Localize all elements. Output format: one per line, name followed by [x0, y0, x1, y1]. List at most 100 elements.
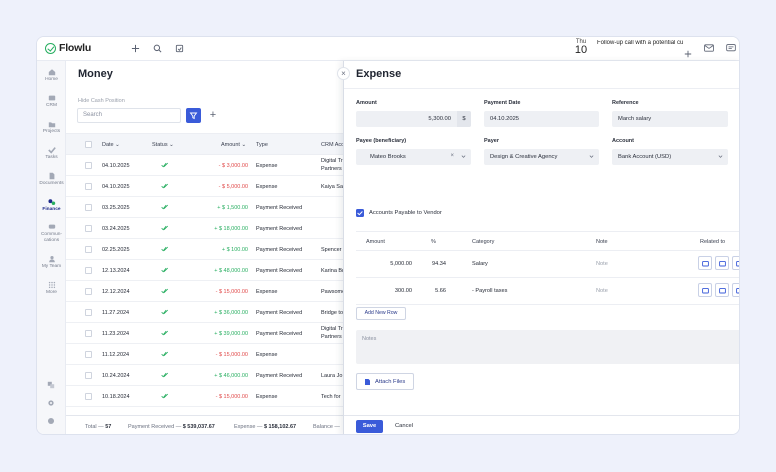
- sidebar-item-my-team[interactable]: My Team: [37, 255, 66, 270]
- split-amount[interactable]: 300.00: [395, 288, 412, 294]
- mail-icon[interactable]: [703, 42, 715, 54]
- link-icon: [736, 260, 739, 267]
- row-amount: - $ 3,000.00: [218, 162, 248, 169]
- sidebar-item-label: Documents: [39, 181, 64, 186]
- clear-payee-icon[interactable]: ×: [450, 153, 454, 159]
- row-checkbox[interactable]: [85, 162, 92, 169]
- reference-label: Reference: [612, 100, 639, 106]
- sidebar-item-tasks[interactable]: Tasks: [37, 146, 66, 161]
- table-row[interactable]: 02.25.2025 + $ 100.00 Payment Received Spen…: [66, 239, 380, 260]
- table-row[interactable]: 12.13.2024 + $ 48,000.00 Payment Received K…: [66, 260, 380, 281]
- payee-select[interactable]: Mateo Brooks ×: [356, 149, 471, 165]
- split-row[interactable]: 5,000.00 94.34 Salary Note: [356, 251, 739, 278]
- row-checkbox[interactable]: [85, 288, 92, 295]
- split-category[interactable]: - Payroll taxes: [472, 288, 507, 294]
- double-check-icon: [161, 183, 169, 189]
- sidebar-item-crm[interactable]: CRM: [37, 94, 66, 109]
- split-row[interactable]: 300.00 5.66 - Payroll taxes Note: [356, 278, 739, 305]
- notes-field[interactable]: Notes: [356, 330, 739, 364]
- table-row[interactable]: 11.23.2024 + $ 39,000.00 Payment Received D…: [66, 323, 380, 344]
- row-type: Payment Received: [256, 246, 303, 253]
- split-note[interactable]: Note: [596, 261, 608, 267]
- table-row[interactable]: 10.24.2024 + $ 46,000.00 Payment Received L…: [66, 365, 380, 386]
- settings-icon[interactable]: [47, 399, 55, 407]
- row-checkbox[interactable]: [85, 267, 92, 274]
- amount-input[interactable]: 5,300.00 $: [356, 111, 471, 127]
- chat-icon[interactable]: [725, 42, 737, 54]
- add-reminder-icon[interactable]: [682, 48, 694, 60]
- reminder-text[interactable]: Follow-up call with a potential cu: [597, 40, 697, 46]
- sidebar-item-home[interactable]: Home: [37, 68, 66, 83]
- sidebar-item-communications[interactable]: Commun- cations: [37, 223, 66, 243]
- split-col-related: Related to: [700, 239, 726, 245]
- payment-date-input[interactable]: 04.10.2025: [484, 111, 599, 127]
- calendar-date[interactable]: Thu 10: [573, 39, 589, 56]
- search-input[interactable]: Search: [77, 108, 181, 123]
- double-check-icon: [161, 309, 169, 315]
- apps-icon[interactable]: [47, 381, 55, 389]
- split-category[interactable]: Salary: [472, 261, 488, 267]
- column-status[interactable]: Status ⌄: [152, 142, 174, 148]
- row-checkbox[interactable]: [85, 330, 92, 337]
- select-all-checkbox[interactable]: [85, 141, 92, 148]
- account-select[interactable]: Bank Account (USD): [612, 149, 728, 165]
- accounts-payable-checkbox[interactable]: [356, 209, 364, 217]
- table-row[interactable]: 12.12.2024- $ 15,000.00 Expense Pawsome: [66, 281, 380, 302]
- split-col-percent: %: [431, 239, 436, 245]
- table-header: Date ⌄ Status ⌄ Amount ⌄ Type CRM Acc: [66, 133, 380, 155]
- table-row[interactable]: 11.12.2024 - $ 15,000.00 Expense: [66, 344, 380, 365]
- add-transaction-button[interactable]: +: [207, 108, 219, 123]
- table-row[interactable]: 11.27.2024 + $ 36,000.00 Payment Received B…: [66, 302, 380, 323]
- split-amount[interactable]: 5,000.00: [390, 261, 412, 267]
- reference-input[interactable]: March salary: [612, 111, 728, 127]
- footer-expense: Expense — $ 158,102.67: [234, 423, 297, 430]
- chevron-down-icon: [461, 155, 466, 158]
- related-link-button[interactable]: [732, 256, 739, 270]
- filter-button[interactable]: [186, 108, 201, 123]
- close-panel-button[interactable]: ×: [337, 67, 350, 80]
- column-date[interactable]: Date ⌄: [102, 142, 120, 148]
- column-crm-account[interactable]: CRM Acc: [321, 142, 344, 148]
- help-icon[interactable]: [47, 417, 55, 425]
- split-percent[interactable]: 94.34: [432, 261, 446, 267]
- payer-select[interactable]: Design & Creative Agency: [484, 149, 599, 165]
- currency-suffix: $: [457, 111, 471, 127]
- row-checkbox[interactable]: [85, 225, 92, 232]
- related-calendar-button[interactable]: [715, 256, 729, 270]
- hide-cash-position-link[interactable]: Hide Cash Position: [78, 98, 125, 104]
- related-calendar-button[interactable]: [715, 283, 729, 297]
- row-checkbox[interactable]: [85, 351, 92, 358]
- save-button[interactable]: Save: [356, 420, 383, 433]
- logo[interactable]: Flowlu: [45, 42, 91, 54]
- cancel-button[interactable]: Cancel: [392, 420, 416, 433]
- sidebar-item-more[interactable]: More: [37, 281, 66, 296]
- timer-icon[interactable]: [173, 42, 185, 54]
- related-briefcase-button[interactable]: [698, 256, 712, 270]
- plus-icon[interactable]: [129, 42, 141, 54]
- table-row[interactable]: 03.25.2025 + $ 1,500.00 Payment Received: [66, 197, 380, 218]
- attach-files-button[interactable]: Attach Files: [356, 373, 414, 390]
- row-checkbox[interactable]: [85, 309, 92, 316]
- column-amount[interactable]: Amount ⌄: [221, 142, 246, 148]
- column-type[interactable]: Type: [256, 142, 268, 148]
- related-link-button[interactable]: [732, 283, 739, 297]
- row-date: 11.27.2024: [102, 309, 130, 316]
- split-note[interactable]: Note: [596, 288, 608, 294]
- split-percent[interactable]: 5.66: [435, 288, 446, 294]
- table-row[interactable]: 03.24.2025 + $ 18,000.00 Payment Received: [66, 218, 380, 239]
- table-row[interactable]: 10.18.2024- $ 15,000.00 Expense Tech for: [66, 386, 380, 407]
- row-checkbox[interactable]: [85, 246, 92, 253]
- search-icon[interactable]: [151, 42, 163, 54]
- add-new-row-button[interactable]: Add New Row: [356, 307, 406, 320]
- table-row[interactable]: 04.10.2025- $ 5,000.00 Expense Kaiya Sa: [66, 176, 380, 197]
- row-checkbox[interactable]: [85, 183, 92, 190]
- sidebar-item-projects[interactable]: Projects: [37, 120, 66, 135]
- calendar-icon: [719, 287, 726, 294]
- sidebar-item-finance[interactable]: Finance: [37, 198, 66, 213]
- row-checkbox[interactable]: [85, 393, 92, 400]
- row-checkbox[interactable]: [85, 204, 92, 211]
- sidebar-item-documents[interactable]: Documents: [37, 172, 66, 187]
- related-briefcase-button[interactable]: [698, 283, 712, 297]
- row-checkbox[interactable]: [85, 372, 92, 379]
- table-row[interactable]: 04.10.2025- $ 3,000.00 Expense Digital Tr P…: [66, 155, 380, 176]
